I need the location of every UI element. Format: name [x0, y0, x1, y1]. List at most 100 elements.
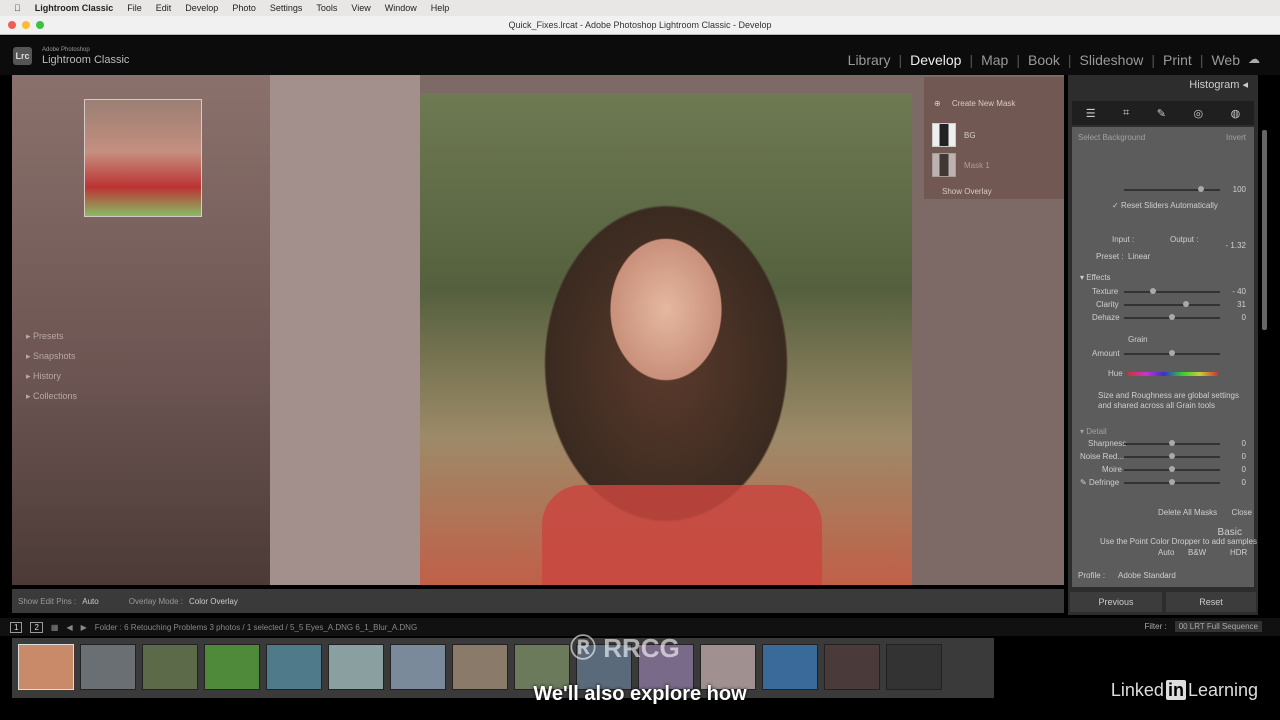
curve-input: Input :	[1112, 235, 1135, 244]
noise-label: Noise Red...	[1080, 452, 1125, 461]
secondary-display-button[interactable]: 2	[30, 621, 43, 633]
curve-output: Output :	[1170, 235, 1199, 244]
texture-value[interactable]: - 40	[1232, 287, 1246, 296]
histogram-header[interactable]: Histogram ◂	[1068, 75, 1258, 95]
module-web[interactable]: Web	[1211, 52, 1240, 68]
crop-icon[interactable]: ⌗	[1123, 107, 1129, 120]
panel-snapshots[interactable]: ▸ Snapshots	[26, 351, 76, 362]
module-map[interactable]: Map	[981, 52, 1008, 68]
defringe-label: ✎ Defringe	[1080, 478, 1120, 487]
hue-slider[interactable]	[1128, 372, 1218, 376]
clarity-label: Clarity	[1096, 300, 1119, 309]
profile-select[interactable]: Adobe Standard	[1118, 571, 1176, 580]
hdr-button[interactable]: HDR	[1230, 548, 1247, 557]
close-masks-button[interactable]: Close	[1232, 508, 1252, 517]
filmstrip-source[interactable]: Folder : 6 Retouching Problems 3 photos …	[95, 623, 417, 632]
apple-icon[interactable]: 	[14, 3, 21, 13]
moire-value[interactable]: 0	[1242, 465, 1246, 474]
pins-select[interactable]: Auto	[82, 597, 98, 606]
reset-button[interactable]: Reset	[1166, 592, 1256, 612]
previous-button[interactable]: Previous	[1070, 592, 1162, 612]
detail-header[interactable]: ▾ Detail	[1080, 427, 1107, 436]
menu-file[interactable]: File	[127, 3, 142, 13]
reset-sliders-checkbox[interactable]: ✓ Reset Sliders Automatically	[1112, 201, 1218, 210]
back-arrow-icon[interactable]: ◀	[66, 623, 72, 632]
mask-thumb-1[interactable]	[932, 153, 956, 177]
masking-icon[interactable]: ◍	[1231, 107, 1241, 120]
amount-slider[interactable]	[1124, 186, 1220, 192]
preset-label: Preset :	[1096, 252, 1124, 261]
texture-slider[interactable]	[1124, 288, 1220, 294]
noise-slider[interactable]	[1124, 453, 1220, 459]
cloud-icon[interactable]: ☁	[1248, 52, 1260, 68]
edit-sliders-icon[interactable]: ☰	[1086, 107, 1096, 120]
defringe-slider[interactable]	[1124, 479, 1220, 485]
toolbar: Show Edit Pins : Auto Overlay Mode : Col…	[12, 589, 1064, 613]
forward-arrow-icon[interactable]: ▶	[81, 623, 87, 632]
module-slideshow[interactable]: Slideshow	[1080, 52, 1144, 68]
create-new-mask-button[interactable]: ⊕ Create New Mask	[934, 99, 1015, 108]
image-view[interactable]: ▸ Presets ▸ Snapshots ▸ History ▸ Collec…	[12, 75, 1064, 585]
grain-amount-slider[interactable]	[1124, 350, 1220, 356]
menu-app[interactable]: Lightroom Classic	[35, 3, 114, 13]
sharpness-value[interactable]: 0	[1242, 439, 1246, 448]
auto-button[interactable]: Auto	[1158, 548, 1174, 557]
menu-edit[interactable]: Edit	[156, 3, 172, 13]
grid-icon[interactable]: ▦	[51, 623, 59, 632]
mask-thumb-bg[interactable]	[932, 123, 956, 147]
defringe-value[interactable]: 0	[1242, 478, 1246, 487]
menu-photo[interactable]: Photo	[232, 3, 256, 13]
minimize-button[interactable]	[22, 21, 30, 29]
menu-tools[interactable]: Tools	[316, 3, 337, 13]
module-book[interactable]: Book	[1028, 52, 1060, 68]
mask-bg[interactable]: BG	[964, 131, 976, 140]
menu-develop[interactable]: Develop	[185, 3, 218, 13]
menu-view[interactable]: View	[351, 3, 370, 13]
show-overlay-toggle[interactable]: Show Overlay	[942, 187, 992, 196]
clarity-slider[interactable]	[1124, 301, 1220, 307]
exposure-value: - 1.32	[1225, 241, 1246, 250]
preset-select[interactable]: Linear	[1128, 252, 1150, 261]
watermark: Ⓡ RRCG	[570, 633, 680, 663]
navigator-preview[interactable]	[84, 99, 202, 217]
texture-label: Texture	[1092, 287, 1119, 296]
module-print[interactable]: Print	[1163, 52, 1192, 68]
masks-panel: ⊕ Create New Mask BG Mask 1 Show Overlay	[924, 77, 1064, 199]
moire-slider[interactable]	[1124, 466, 1220, 472]
select-background[interactable]: Select Background	[1078, 133, 1145, 142]
zoom-button[interactable]	[36, 21, 44, 29]
photo-detail	[542, 485, 822, 585]
mask-1[interactable]: Mask 1	[964, 161, 990, 170]
menu-bar:  Lightroom Classic File Edit Develop Ph…	[0, 0, 1280, 16]
menu-settings[interactable]: Settings	[270, 3, 303, 13]
effects-header[interactable]: ▾ Effects	[1080, 273, 1111, 282]
bw-button[interactable]: B&W	[1188, 548, 1206, 557]
red-eye-icon[interactable]: ◎	[1193, 107, 1203, 120]
panel-collections[interactable]: ▸ Collections	[26, 391, 77, 402]
overlay-mode-select[interactable]: Color Overlay	[189, 597, 238, 606]
dehaze-value[interactable]: 0	[1242, 313, 1246, 322]
module-develop[interactable]: Develop	[910, 52, 961, 68]
identity-plate: Lrc Adobe Photoshop Lightroom Classic Li…	[0, 36, 1280, 75]
module-library[interactable]: Library	[848, 52, 891, 68]
right-panel: Histogram ◂ ☰ ⌗ ✎ ◎ ◍ Select Background …	[1068, 75, 1258, 615]
menu-help[interactable]: Help	[431, 3, 450, 13]
panel-presets[interactable]: ▸ Presets	[26, 331, 64, 342]
right-panel-scrollbar[interactable]	[1262, 130, 1267, 330]
primary-display-button[interactable]: 1	[10, 621, 23, 633]
filter-select[interactable]: 00 LRT Full Sequence	[1174, 621, 1262, 632]
sharpness-slider[interactable]	[1124, 440, 1220, 446]
profile-label: Profile :	[1078, 571, 1106, 580]
clarity-value[interactable]: 31	[1237, 300, 1246, 309]
panel-history[interactable]: ▸ History	[26, 371, 61, 382]
canvas-background	[270, 75, 420, 585]
healing-icon[interactable]: ✎	[1157, 107, 1166, 120]
delete-all-masks-button[interactable]: Delete All Masks	[1158, 508, 1217, 517]
menu-window[interactable]: Window	[385, 3, 417, 13]
title-bar: Quick_Fixes.lrcat - Adobe Photoshop Ligh…	[0, 16, 1280, 35]
close-window-button[interactable]	[8, 21, 16, 29]
dehaze-slider[interactable]	[1124, 314, 1220, 320]
module-picker: Library | Develop | Map | Book | Slideshow | …	[847, 52, 1260, 68]
invert-checkbox[interactable]: Invert	[1226, 133, 1246, 142]
noise-value[interactable]: 0	[1242, 452, 1246, 461]
